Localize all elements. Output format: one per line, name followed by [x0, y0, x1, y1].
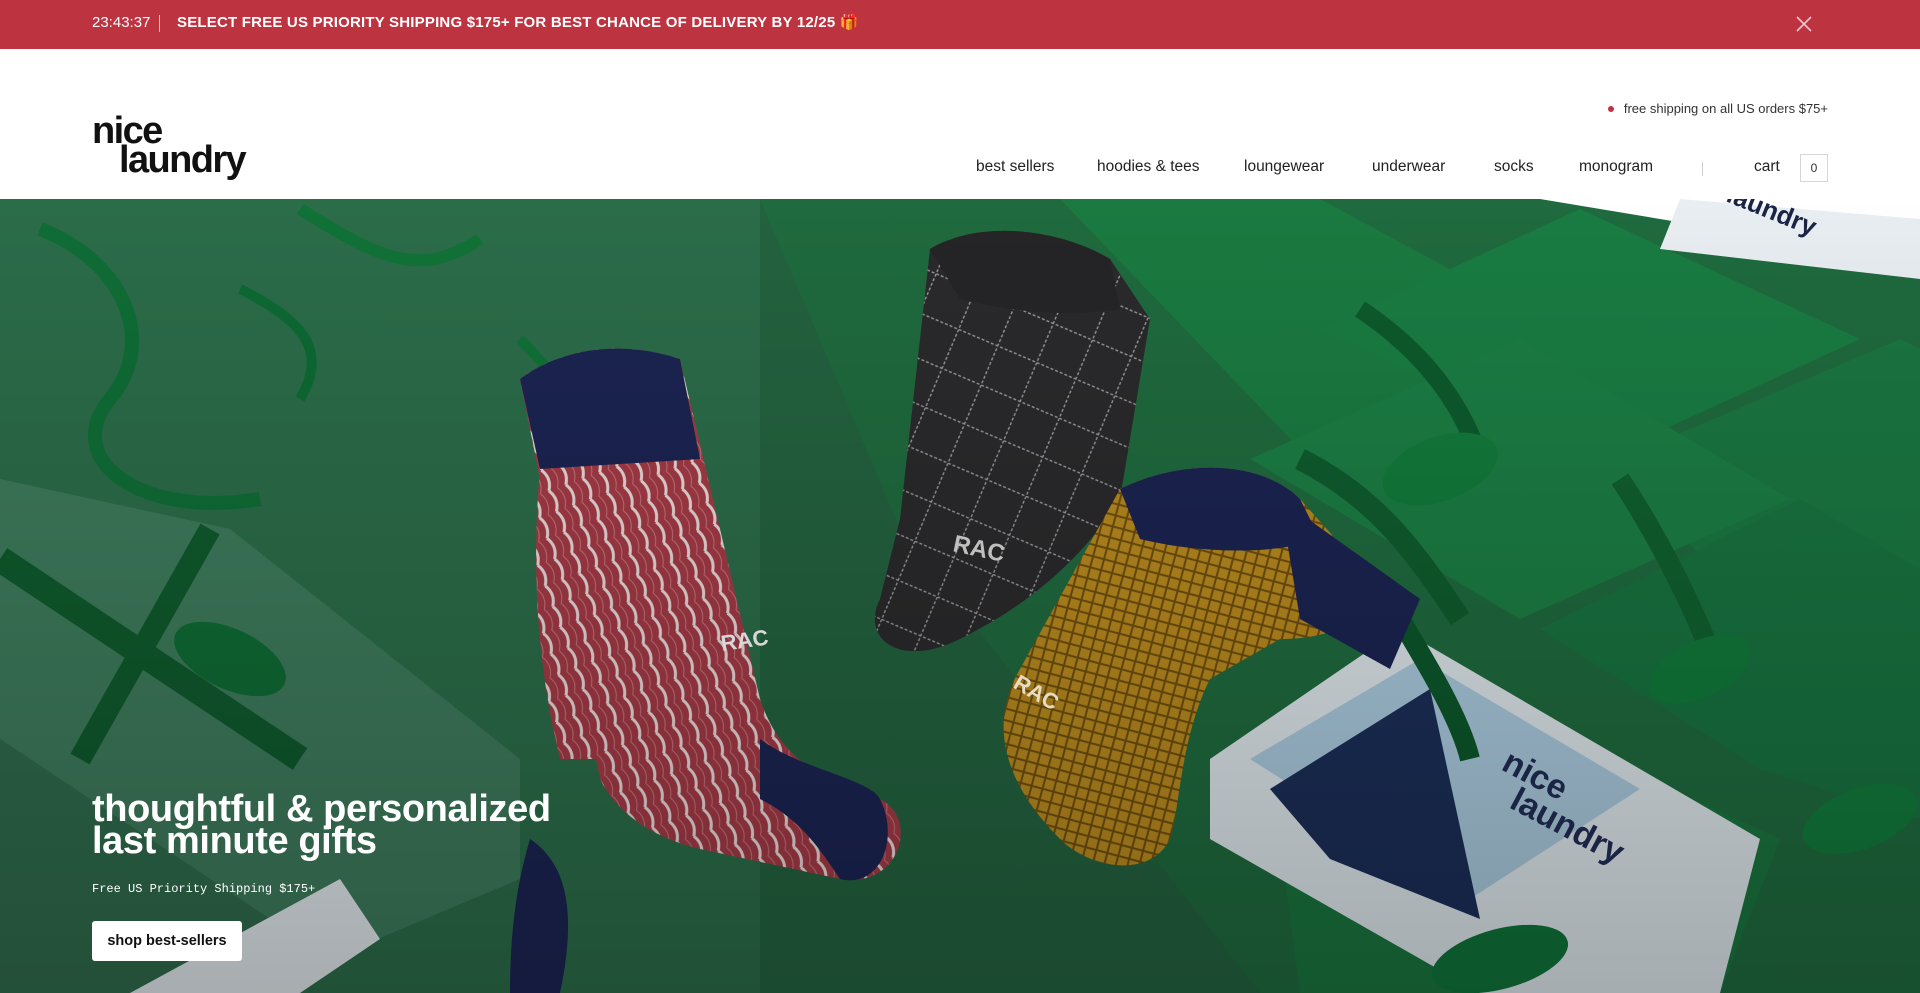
main-nav: best sellers hoodies & tees loungewear u… — [0, 154, 1920, 182]
hero-subtitle: Free US Priority Shipping $175+ — [92, 882, 316, 896]
nav-divider — [1702, 162, 1703, 176]
nav-item-underwear[interactable]: underwear — [1372, 158, 1445, 176]
hero-banner: RAC RAC RAC nice laundry laundry thought… — [0, 199, 1920, 993]
close-icon[interactable] — [1792, 12, 1816, 36]
announcement-message[interactable]: SELECT FREE US PRIORITY SHIPPING $175+ F… — [177, 0, 859, 49]
nav-item-best-sellers[interactable]: best sellers — [976, 158, 1054, 176]
nav-item-loungewear[interactable]: loungewear — [1244, 158, 1324, 176]
nav-item-socks[interactable]: socks — [1494, 158, 1534, 176]
announcement-divider — [159, 15, 160, 32]
shop-best-sellers-button[interactable]: shop best-sellers — [92, 921, 242, 961]
hero-title: thoughtful & personalized last minute gi… — [92, 790, 552, 860]
shipping-note: free shipping on all US orders $75+ — [1607, 101, 1828, 116]
nav-item-hoodies-tees[interactable]: hoodies & tees — [1097, 158, 1200, 176]
nav-item-monogram[interactable]: monogram — [1579, 158, 1653, 176]
cart-link[interactable]: cart — [1754, 158, 1780, 176]
shipping-note-text: free shipping on all US orders $75+ — [1623, 101, 1828, 116]
site-header: nice laundry free shipping on all US ord… — [0, 49, 1920, 199]
announcement-bar: 23:43:37 SELECT FREE US PRIORITY SHIPPIN… — [0, 0, 1920, 49]
hero-text-block: thoughtful & personalized last minute gi… — [92, 790, 552, 961]
countdown-timer: 23:43:37 — [92, 14, 151, 31]
cart-count-badge[interactable]: 0 — [1800, 154, 1828, 182]
bullet-dot-icon — [1607, 105, 1614, 112]
